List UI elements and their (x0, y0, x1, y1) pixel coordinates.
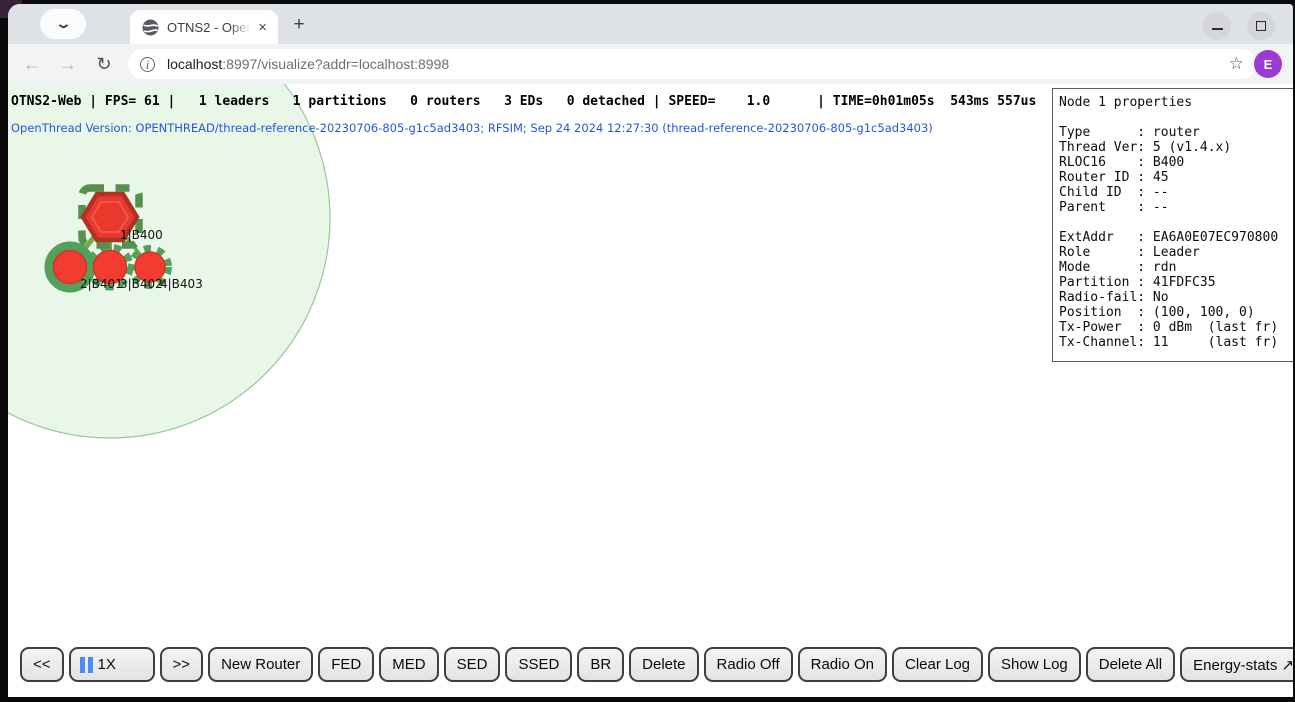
panel-title: Node 1 properties (1059, 95, 1293, 110)
address-bar[interactable]: i localhost:8997/visualize?addr=localhos… (128, 49, 1256, 79)
new-router-button[interactable]: New Router (208, 647, 313, 682)
panel-line-extaddr: ExtAddr : EA6A0E07EC970800 (1059, 230, 1293, 245)
node-4-label: 4|B403 (160, 277, 203, 291)
panel-line-radio-fail: Radio-fail: No (1059, 290, 1293, 305)
radio-off-button[interactable]: Radio Off (704, 647, 793, 682)
panel-line-partition: Partition : 41FDFC35 (1059, 275, 1293, 290)
delete-button[interactable]: Delete (629, 647, 698, 682)
browser-window: ⌄ OTNS2 - OpenThread Ne × + ← → ↻ i loca… (8, 4, 1293, 697)
speed-up-button[interactable]: >> (160, 647, 204, 682)
show-log-button[interactable]: Show Log (988, 647, 1081, 682)
ssed-button[interactable]: SSED (505, 647, 572, 682)
med-button[interactable]: MED (379, 647, 438, 682)
minimize-button[interactable] (1203, 12, 1231, 40)
site-favicon-icon (142, 19, 159, 36)
maximize-icon (1256, 21, 1266, 31)
panel-line-router-id: Router ID : 45 (1059, 170, 1293, 185)
sed-button[interactable]: SED (444, 647, 501, 682)
url-path: :8997/visualize?addr=localhost:8998 (222, 56, 449, 72)
speed-down-button[interactable]: << (20, 647, 64, 682)
bookmark-star-icon[interactable]: ☆ (1229, 54, 1244, 74)
node-1-label: 1|B400 (120, 228, 163, 242)
node-2-label: 2|B401 (80, 277, 123, 291)
panel-line-type: Type : router (1059, 125, 1293, 140)
page-info-icon[interactable]: i (140, 57, 155, 72)
reload-icon[interactable]: ↻ (92, 54, 116, 75)
delete-all-button[interactable]: Delete All (1086, 647, 1175, 682)
panel-line-mode: Mode : rdn (1059, 260, 1293, 275)
clear-log-button[interactable]: Clear Log (892, 647, 983, 682)
url-host: localhost (167, 56, 222, 72)
network-canvas[interactable] (8, 84, 408, 584)
browser-toolbar: ← → ↻ i localhost:8997/visualize?addr=lo… (8, 44, 1293, 84)
speed-label: 1X (98, 656, 116, 673)
panel-line (1059, 215, 1293, 230)
tab-title: OTNS2 - OpenThread Ne (167, 20, 251, 35)
speed-pause-button[interactable]: 1X (69, 647, 155, 682)
profile-avatar[interactable]: E (1254, 50, 1282, 78)
panel-line-thread-ver: Thread Ver: 5 (v1.4.x) (1059, 140, 1293, 155)
panel-line-parent: Parent : -- (1059, 200, 1293, 215)
panel-line-rloc16: RLOC16 : B400 (1059, 155, 1293, 170)
panel-line-child-id: Child ID : -- (1059, 185, 1293, 200)
tab-search-button[interactable]: ⌄ (40, 9, 86, 39)
maximize-button[interactable] (1247, 12, 1275, 40)
simulation-status-bar: OTNS2-Web | FPS= 61 | 1 leaders 1 partit… (11, 94, 1036, 109)
panel-line-tx-power: Tx-Power : 0 dBm (last fr) (1059, 320, 1293, 335)
window-controls (1203, 12, 1275, 40)
minimize-icon (1212, 28, 1223, 30)
openthread-version-line: OpenThread Version: OPENTHREAD/thread-re… (11, 121, 933, 135)
otns-page: OTNS2-Web | FPS= 61 | 1 leaders 1 partit… (8, 84, 1293, 697)
chevron-down-icon: ⌄ (54, 16, 71, 32)
panel-line-position: Position : (100, 100, 0) (1059, 305, 1293, 320)
tab-close-icon[interactable]: × (255, 18, 270, 37)
br-button[interactable]: BR (577, 647, 624, 682)
url-text: localhost:8997/visualize?addr=localhost:… (167, 56, 449, 72)
tab-bar: ⌄ OTNS2 - OpenThread Ne × + (8, 4, 1293, 44)
node-3-label: 3|B402 (120, 277, 163, 291)
radio-on-button[interactable]: Radio On (798, 647, 887, 682)
browser-tab[interactable]: OTNS2 - OpenThread Ne × (130, 10, 278, 44)
back-icon[interactable]: ← (20, 54, 44, 75)
pause-icon (80, 657, 93, 673)
panel-line (1059, 110, 1293, 125)
forward-icon[interactable]: → (56, 54, 80, 75)
node-properties-panel: Node 1 properties Type : router Thread V… (1052, 88, 1293, 362)
action-button-bar: << 1X >> New Router FED MED SED SSED BR … (20, 647, 1293, 682)
panel-line-tx-channel: Tx-Channel: 11 (last fr) (1059, 335, 1293, 350)
new-tab-button[interactable]: + (286, 12, 312, 38)
panel-line-role: Role : Leader (1059, 245, 1293, 260)
energy-stats-button[interactable]: Energy-stats ↗ (1180, 647, 1293, 682)
fed-button[interactable]: FED (318, 647, 374, 682)
